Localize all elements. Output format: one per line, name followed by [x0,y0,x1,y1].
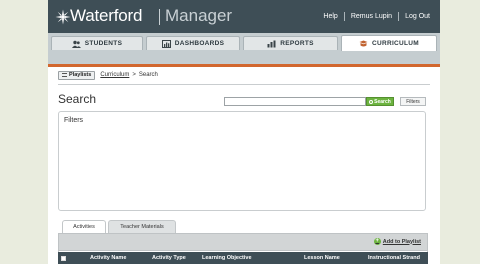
playlists-label: Playlists [69,72,92,78]
table-header: Activity Name Activity Type Learning Obj… [58,252,428,264]
list-icon [62,73,67,77]
help-link[interactable]: Help [323,13,337,20]
logo-divider [159,9,160,25]
search-input[interactable] [224,97,366,106]
logout-link[interactable]: Log Out [405,13,430,20]
playlists-button[interactable]: Playlists [58,70,96,80]
logo-subtitle: Manager [165,6,233,25]
add-icon: + [373,238,381,245]
link-divider [343,12,345,21]
tab-students[interactable]: STUDENTS [51,36,143,50]
nav-accent-bar [48,64,440,67]
students-icon [71,40,81,48]
column-header[interactable]: Instructional Strand [368,255,420,261]
reports-icon [267,40,276,47]
page-title: Search [58,92,97,106]
app-window: Waterford Manager Help Remus Lupin Log O… [48,0,440,264]
subtab-teacher-materials[interactable]: Teacher Materials [108,220,176,233]
link-divider [398,12,400,21]
dashboards-icon [161,39,171,48]
waterford-logo-icon [55,9,71,25]
column-header[interactable]: Activity Name [90,255,126,261]
tab-label: REPORTS [280,40,314,47]
search-icon [369,99,374,104]
breadcrumb-separator: > [132,72,136,78]
tab-label: CURRICULUM [371,40,420,47]
breadcrumb: Playlists Curriculum > Search [58,69,430,81]
top-links: Help Remus Lupin Log Out [323,12,430,21]
top-header: Waterford Manager Help Remus Lupin Log O… [48,0,440,33]
breadcrumb-curriculum-link[interactable]: Curriculum [100,72,129,78]
tab-curriculum[interactable]: CURRICULUM [341,35,437,51]
column-header[interactable]: Lesson Name [304,255,340,261]
add-to-playlist-button[interactable]: + Add to Playlist [373,238,421,245]
breadcrumb-current: Search [138,72,158,78]
tab-label: DASHBOARDS [174,40,225,47]
subtab-label: Activities [73,224,95,230]
column-header[interactable]: Learning Objective [202,255,252,261]
results-toolbar: + Add to Playlist [58,233,428,251]
tab-reports[interactable]: REPORTS [243,36,338,50]
filters-button-label: Filters [406,98,420,105]
logo-name: Waterford [70,6,143,25]
subtab-activities[interactable]: Activities [62,220,106,233]
main-nav: STUDENTS DASHBOARDS REPORTS CURRICULUM [48,33,440,64]
filters-title: Filters [64,117,84,124]
filters-panel: Filters [58,111,426,211]
tab-dashboards[interactable]: DASHBOARDS [146,36,240,50]
breadcrumb-divider [58,84,430,85]
filters-button[interactable]: Filters [400,97,426,106]
curriculum-icon [359,40,368,46]
search-button[interactable]: Search [366,97,394,106]
column-header[interactable]: Activity Type [152,255,186,261]
subtab-label: Teacher Materials [120,224,164,230]
user-name-link[interactable]: Remus Lupin [351,13,392,20]
tab-label: STUDENTS [84,40,123,47]
search-button-label: Search [374,98,391,105]
select-all-checkbox[interactable] [61,255,66,261]
add-to-playlist-label: Add to Playlist [382,238,421,245]
